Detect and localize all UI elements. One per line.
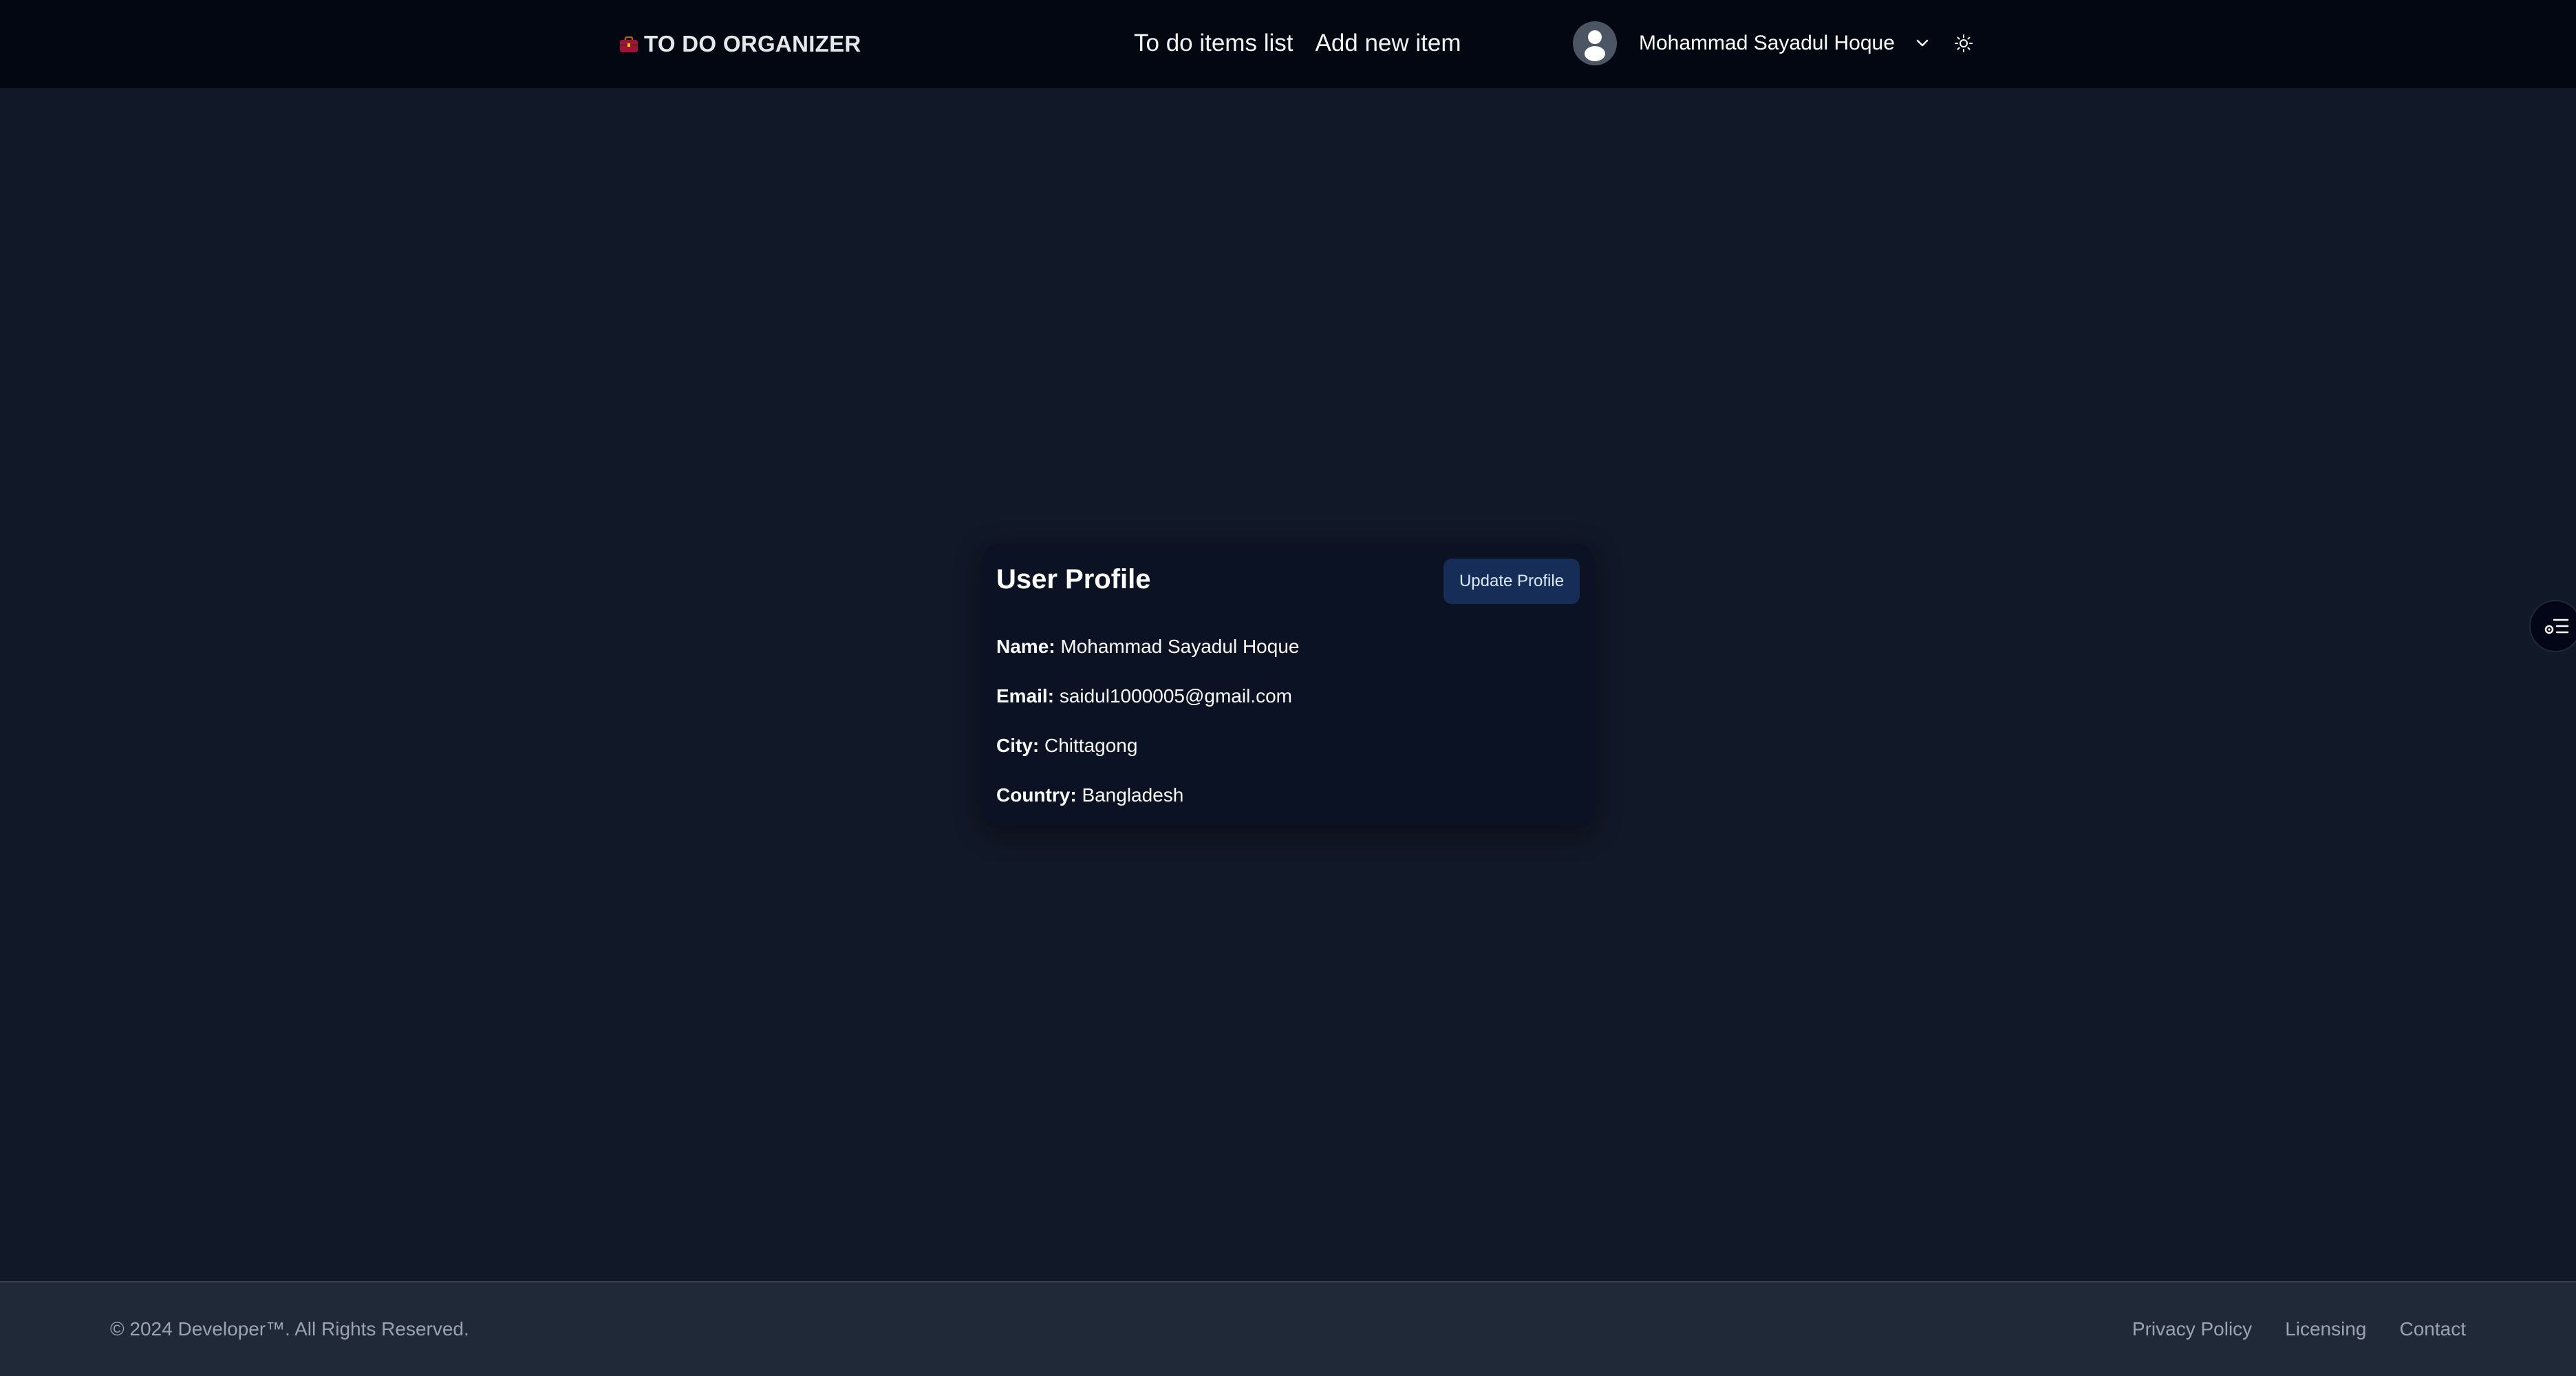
- brand[interactable]: TO DO ORGANIZER: [618, 29, 861, 59]
- user-avatar-icon[interactable]: [1573, 21, 1617, 65]
- briefcase-icon: [618, 33, 640, 55]
- nav-todo-list[interactable]: To do items list: [1134, 30, 1293, 57]
- profile-card: User Profile Update Profile: [983, 544, 1593, 826]
- profile-field-email: Email: saidul1000005@gmail.com: [996, 685, 1292, 707]
- update-profile-button[interactable]: Update Profile: [1443, 559, 1580, 604]
- profile-field-country: Country: Bangladesh: [996, 784, 1183, 806]
- field-value: saidul1000005@gmail.com: [1059, 685, 1292, 707]
- licensing-link[interactable]: Licensing: [2285, 1318, 2366, 1340]
- chevron-down-icon[interactable]: [1913, 34, 1932, 53]
- footer-links: Privacy Policy Licensing Contact: [2132, 1318, 2466, 1340]
- copyright-text: © 2024 Developer™. All Rights Reserved.: [110, 1318, 469, 1340]
- nav-add-item[interactable]: Add new item: [1315, 30, 1461, 57]
- contact-link[interactable]: Contact: [2400, 1318, 2467, 1340]
- footer: © 2024 Developer™. All Rights Reserved. …: [0, 1281, 2576, 1376]
- profile-field-city: City: Chittagong: [996, 735, 1137, 757]
- field-label: Country:: [996, 784, 1077, 806]
- field-value: Bangladesh: [1082, 784, 1184, 806]
- sun-icon[interactable]: [1953, 32, 1975, 54]
- brand-title: TO DO ORGANIZER: [644, 31, 861, 56]
- user-menu[interactable]: Mohammad Sayadul Hoque: [1573, 21, 1975, 66]
- field-label: Email:: [996, 685, 1055, 707]
- profile-field-name: Name: Mohammad Sayadul Hoque: [996, 636, 1299, 658]
- user-name[interactable]: Mohammad Sayadul Hoque: [1639, 32, 1895, 55]
- profile-title: User Profile: [996, 564, 1151, 594]
- field-label: City:: [996, 735, 1040, 756]
- field-label: Name:: [996, 636, 1055, 657]
- main-nav: To do items list Add new item: [1134, 26, 1461, 61]
- privacy-policy-link[interactable]: Privacy Policy: [2132, 1318, 2252, 1340]
- field-value: Mohammad Sayadul Hoque: [1060, 636, 1300, 657]
- field-value: Chittagong: [1044, 735, 1138, 756]
- settings-list-icon[interactable]: [2529, 600, 2576, 652]
- navbar: TO DO ORGANIZER To do items list Add new…: [0, 0, 2576, 88]
